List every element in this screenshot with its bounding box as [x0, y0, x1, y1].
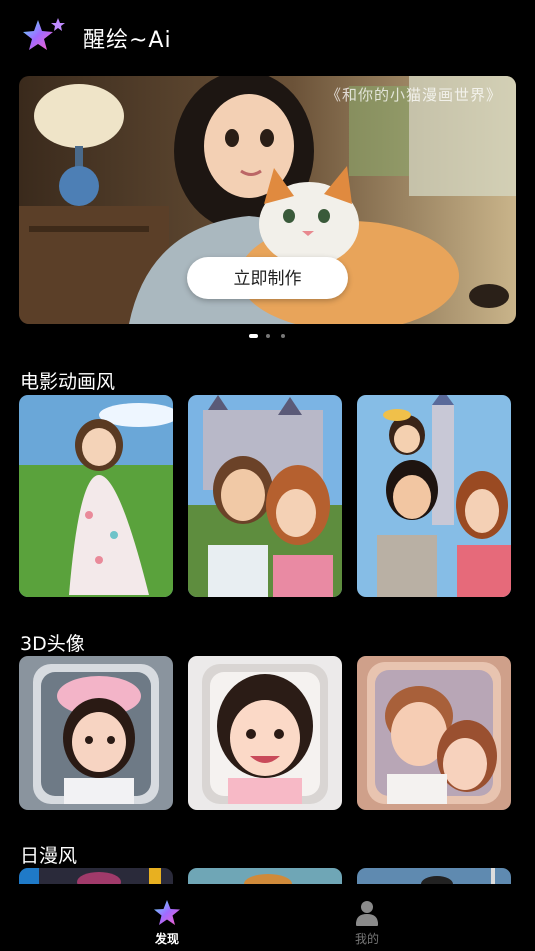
star-logo-icon	[20, 16, 66, 58]
card-image	[357, 395, 511, 597]
avatar-3d-card[interactable]	[357, 656, 511, 810]
card-image	[357, 656, 511, 810]
avatar-3d-card[interactable]	[188, 656, 342, 810]
banner-caption: 《和你的小猫漫画世界》	[325, 86, 502, 104]
card-image	[188, 656, 342, 810]
section-title-anime: 日漫风	[20, 845, 78, 867]
avatar-3d-card[interactable]	[19, 656, 173, 810]
anime-style-card[interactable]	[357, 868, 511, 884]
anime-style-card[interactable]	[188, 868, 342, 884]
card-image	[19, 656, 173, 810]
nav-mine-label: 我的	[354, 932, 379, 946]
user-icon	[352, 898, 382, 928]
movie-style-card[interactable]	[357, 395, 511, 597]
card-image	[188, 868, 342, 884]
movie-style-card[interactable]	[19, 395, 173, 597]
pagination-dot[interactable]	[266, 334, 270, 338]
section-title-movie: 电影动画风	[20, 371, 116, 393]
section-title-3d: 3D头像	[20, 633, 85, 655]
app-header: 醒绘~Ai	[0, 0, 535, 72]
pagination-dot-active[interactable]	[249, 334, 258, 338]
bottom-navigation: 发现 我的	[0, 884, 535, 951]
star-discover-icon	[152, 898, 182, 928]
movie-style-card[interactable]	[188, 395, 342, 597]
create-now-button[interactable]: 立即制作	[187, 257, 348, 299]
card-image	[19, 868, 173, 884]
nav-discover-label: 发现	[154, 932, 179, 946]
anime-style-card[interactable]	[19, 868, 173, 884]
app-title: 醒绘~Ai	[83, 28, 172, 53]
card-image	[357, 868, 511, 884]
banner-pagination	[0, 334, 535, 340]
card-image	[188, 395, 342, 597]
card-image	[19, 395, 173, 597]
nav-discover[interactable]: 发现	[137, 898, 197, 947]
nav-mine[interactable]: 我的	[337, 898, 397, 947]
pagination-dot[interactable]	[281, 334, 285, 338]
hero-banner[interactable]: 《和你的小猫漫画世界》 立即制作	[19, 76, 516, 324]
